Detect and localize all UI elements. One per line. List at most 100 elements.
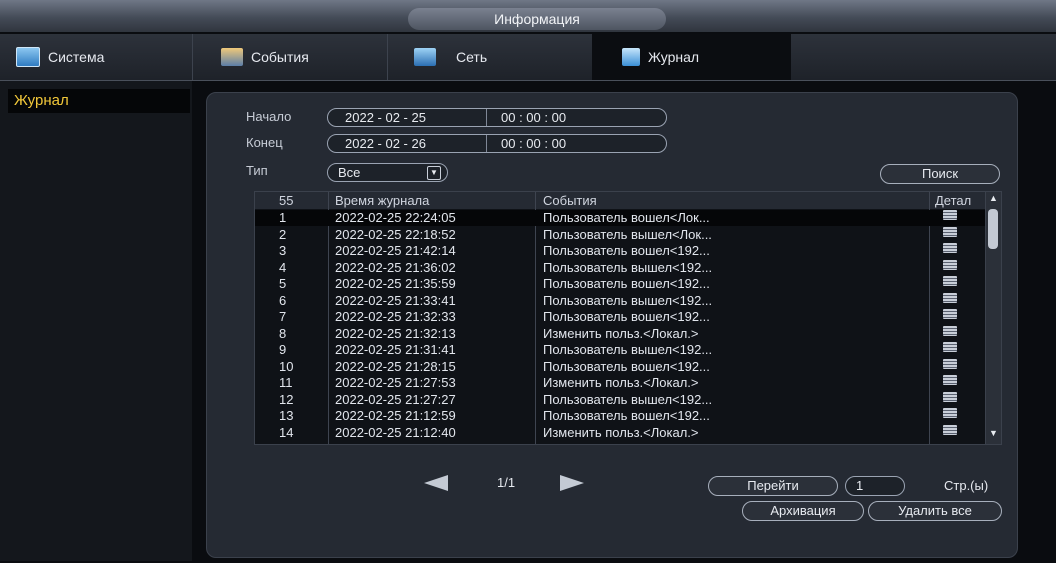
- start-time[interactable]: 00 : 00 : 00: [501, 109, 566, 127]
- row-time: 2022-02-25 21:33:41: [335, 292, 456, 308]
- row-event: Пользователь вошел<192...: [543, 358, 710, 374]
- row-number: 5: [279, 276, 287, 291]
- row-time: 2022-02-25 21:28:15: [335, 358, 456, 374]
- row-number: 2: [279, 226, 287, 242]
- tab-network[interactable]: Сеть: [388, 34, 590, 80]
- table-row[interactable]: 2 2022-02-25 22:18:52 Пользователь вышел<Л…: [255, 226, 985, 243]
- table-row[interactable]: 4 2022-02-25 21:36:02 Пользователь вышел<1…: [255, 259, 985, 276]
- detail-icon[interactable]: [943, 226, 957, 237]
- next-page-icon[interactable]: [560, 475, 584, 491]
- row-event: Пользователь вышел<192...: [543, 391, 713, 407]
- row-number: 9: [279, 342, 287, 357]
- journal-table: 55 Время журнала События Детал 1 2022-02-…: [254, 191, 1002, 445]
- row-event: Пользователь вышел<Лок...: [543, 226, 712, 242]
- row-time: 2022-02-25 21:32:13: [335, 325, 456, 341]
- header-event: События: [543, 193, 597, 208]
- page-input[interactable]: 1: [845, 476, 905, 496]
- row-number: 10: [279, 358, 294, 374]
- row-number: 6: [279, 292, 287, 308]
- row-event: Пользователь вошел<Лок...: [543, 210, 710, 225]
- row-event: Пользователь вышел<192...: [543, 292, 713, 308]
- row-number: 4: [279, 259, 287, 275]
- monitor-icon: [16, 47, 40, 67]
- detail-icon[interactable]: [943, 292, 957, 303]
- table-row[interactable]: 13 2022-02-25 21:12:59 Пользователь вошел<…: [255, 408, 985, 424]
- backup-button[interactable]: Архивация: [742, 501, 864, 521]
- header-detail: Детал: [935, 193, 972, 208]
- row-event: Изменить польз.<Локал.>: [543, 424, 699, 440]
- page-input-value: 1: [856, 478, 864, 493]
- row-event: Пользователь вышел<192...: [543, 342, 713, 357]
- table-row[interactable]: 14 2022-02-25 21:12:40 Изменить польз.<Лок…: [255, 424, 985, 441]
- detail-icon[interactable]: [943, 259, 957, 270]
- scroll-down-icon[interactable]: ▼: [989, 428, 998, 438]
- type-select[interactable]: Все ▼: [327, 163, 448, 182]
- row-time: 2022-02-25 21:32:33: [335, 309, 456, 324]
- tab-journal[interactable]: Журнал: [592, 34, 791, 80]
- delete-all-button[interactable]: Удалить все: [868, 501, 1002, 521]
- row-event: Пользователь вошел<192...: [543, 276, 710, 291]
- detail-icon[interactable]: [943, 424, 957, 435]
- field-divider: [486, 109, 487, 126]
- detail-icon[interactable]: [943, 408, 957, 418]
- end-datetime-field[interactable]: 2022 - 02 - 26 00 : 00 : 00: [327, 134, 667, 153]
- end-time[interactable]: 00 : 00 : 00: [501, 135, 566, 153]
- detail-icon[interactable]: [943, 276, 957, 286]
- tab-journal-label: Журнал: [648, 49, 700, 65]
- row-time: 2022-02-25 21:42:14: [335, 243, 456, 258]
- page-indicator: 1/1: [497, 475, 516, 490]
- row-time: 2022-02-25 21:12:40: [335, 424, 456, 440]
- detail-icon[interactable]: [943, 358, 957, 369]
- detail-icon[interactable]: [943, 391, 957, 402]
- row-time: 2022-02-25 21:35:59: [335, 276, 456, 291]
- tab-events[interactable]: События: [193, 34, 388, 80]
- table-row[interactable]: 3 2022-02-25 21:42:14 Пользователь вошел<1…: [255, 243, 985, 259]
- table-row[interactable]: 9 2022-02-25 21:31:41 Пользователь вышел<1…: [255, 342, 985, 358]
- row-number: 3: [279, 243, 287, 258]
- search-button[interactable]: Поиск: [880, 164, 1000, 184]
- scroll-up-icon[interactable]: ▲: [989, 193, 998, 203]
- tab-events-label: События: [251, 49, 309, 65]
- row-number: 8: [279, 325, 287, 341]
- table-row[interactable]: 7 2022-02-25 21:32:33 Пользователь вошел<1…: [255, 309, 985, 325]
- row-time: 2022-02-25 21:36:02: [335, 259, 456, 275]
- row-number: 1: [279, 210, 287, 225]
- tab-bar: Система События Сеть Журнал: [0, 34, 1056, 81]
- start-date[interactable]: 2022 - 02 - 25: [345, 109, 426, 127]
- tab-system[interactable]: Система: [0, 34, 193, 80]
- row-time: 2022-02-25 21:27:27: [335, 391, 456, 407]
- table-scrollbar[interactable]: ▲ ▼: [985, 192, 1001, 444]
- detail-icon[interactable]: [943, 210, 957, 220]
- sidebar-item-journal[interactable]: Журнал: [8, 89, 190, 113]
- detail-icon[interactable]: [943, 325, 957, 336]
- detail-icon[interactable]: [943, 342, 957, 352]
- start-datetime-field[interactable]: 2022 - 02 - 25 00 : 00 : 00: [327, 108, 667, 127]
- prev-page-icon[interactable]: [424, 475, 448, 491]
- title-bar: Информация: [0, 0, 1056, 32]
- row-event: Изменить польз.<Локал.>: [543, 375, 699, 390]
- tab-system-label: Система: [48, 49, 105, 65]
- row-time: 2022-02-25 21:31:41: [335, 342, 456, 357]
- table-row[interactable]: 10 2022-02-25 21:28:15 Пользователь вошел<…: [255, 358, 985, 375]
- end-date[interactable]: 2022 - 02 - 26: [345, 135, 426, 153]
- table-row[interactable]: 8 2022-02-25 21:32:13 Изменить польз.<Лока…: [255, 325, 985, 342]
- table-row[interactable]: 1 2022-02-25 22:24:05 Пользователь вошел<Л…: [255, 210, 985, 226]
- table-row[interactable]: 5 2022-02-25 21:35:59 Пользователь вошел<1…: [255, 276, 985, 292]
- goto-button[interactable]: Перейти: [708, 476, 838, 496]
- end-label: Конец: [246, 135, 283, 150]
- row-time: 2022-02-25 22:18:52: [335, 226, 456, 242]
- window-title: Информация: [408, 8, 666, 30]
- row-event: Пользователь вышел<192...: [543, 259, 713, 275]
- events-icon: [221, 48, 243, 66]
- journal-icon: [622, 48, 640, 66]
- table-row[interactable]: 12 2022-02-25 21:27:27 Пользователь вышел<…: [255, 391, 985, 408]
- detail-icon[interactable]: [943, 243, 957, 253]
- table-row[interactable]: 11 2022-02-25 21:27:53 Изменить польз.<Лок…: [255, 375, 985, 391]
- detail-icon[interactable]: [943, 309, 957, 319]
- type-select-value: Все: [338, 165, 361, 180]
- row-event: Пользователь вошел<192...: [543, 309, 710, 324]
- table-row[interactable]: 6 2022-02-25 21:33:41 Пользователь вышел<1…: [255, 292, 985, 309]
- scroll-thumb[interactable]: [988, 209, 998, 249]
- chevron-down-icon: ▼: [427, 166, 441, 180]
- detail-icon[interactable]: [943, 375, 957, 385]
